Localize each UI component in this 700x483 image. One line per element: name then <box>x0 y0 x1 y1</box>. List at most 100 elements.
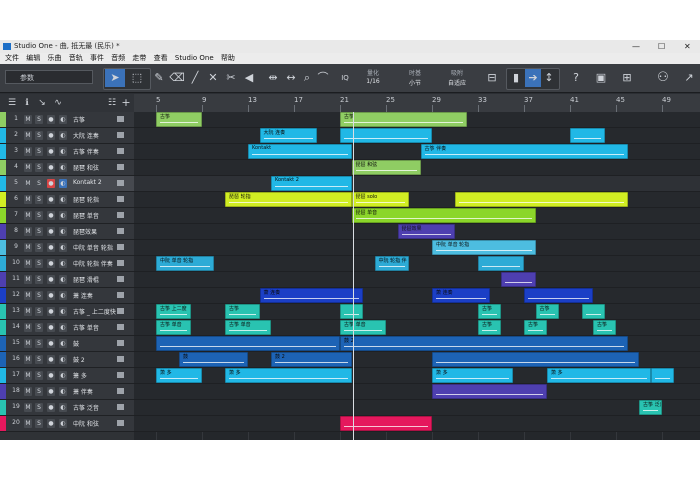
instrument-icon[interactable] <box>117 324 124 330</box>
clip-event[interactable]: 琵琶 轮指 <box>225 192 352 207</box>
instrument-icon[interactable] <box>117 212 124 218</box>
solo-button[interactable]: S <box>35 243 43 252</box>
record-button[interactable]: ● <box>47 307 55 316</box>
instrument-icon[interactable] <box>117 228 124 234</box>
solo-button[interactable]: S <box>35 131 43 140</box>
record-button[interactable]: ● <box>47 259 55 268</box>
quantize-button[interactable]: IQ <box>338 69 352 87</box>
quantize-select[interactable]: 1/16 <box>358 78 388 85</box>
record-button[interactable]: ● <box>47 211 55 220</box>
record-button[interactable]: ● <box>47 339 55 348</box>
track-lane[interactable] <box>134 400 700 416</box>
instrument-icon[interactable] <box>117 372 124 378</box>
mute-button[interactable]: M <box>24 227 32 236</box>
automation-icon[interactable]: ↘ <box>36 96 48 110</box>
clip-event[interactable]: Kontakt 2 <box>271 176 352 191</box>
arrangement-view[interactable]: 古筝 古筝 大阮 连奏 Kontakt 古筝 伴奏 琵琶 和弦 Kontakt 2 琵琶 轮指… <box>134 112 700 440</box>
record-button[interactable]: ● <box>47 371 55 380</box>
clip-event[interactable]: 箫 多 <box>432 368 513 383</box>
mute-button[interactable]: M <box>24 243 32 252</box>
clip-event[interactable] <box>432 352 639 367</box>
clip-event[interactable]: 古筝 单音 <box>225 320 271 335</box>
clip-event[interactable] <box>478 256 524 271</box>
clip-event[interactable]: 箫 多 <box>225 368 352 383</box>
track-name[interactable]: 中阮 轮指 伴奏 <box>73 259 113 268</box>
monitor-button[interactable]: ◐ <box>59 115 67 124</box>
instrument-icon[interactable] <box>117 148 124 154</box>
solo-button[interactable]: S <box>35 371 43 380</box>
mute-button[interactable]: M <box>24 131 32 140</box>
monitor-button[interactable]: ◐ <box>59 403 67 412</box>
instrument-icon[interactable] <box>117 292 124 298</box>
record-button[interactable]: ● <box>47 419 55 428</box>
track-header[interactable]: 17 M S ● ◐ 箫 多 <box>0 368 134 384</box>
track-header[interactable]: 6 M S ● ◐ 琵琶 轮指 <box>0 192 134 208</box>
clip-event[interactable]: 鼓 <box>179 352 248 367</box>
monitor-button[interactable]: ◐ <box>59 339 67 348</box>
record-button[interactable]: ● <box>47 179 55 188</box>
instrument-icon[interactable] <box>117 340 124 346</box>
instrument-icon[interactable] <box>117 308 124 314</box>
track-lane[interactable] <box>134 384 700 400</box>
track-header[interactable]: 19 M S ● ◐ 古筝 泛音 <box>0 400 134 416</box>
track-header[interactable]: 11 M S ● ◐ 琵琶 滑棍 <box>0 272 134 288</box>
track-options-icon[interactable]: ☷ <box>106 96 118 110</box>
track-header[interactable]: 7 M S ● ◐ 琵琶 单音 <box>0 208 134 224</box>
solo-button[interactable]: S <box>35 403 43 412</box>
track-name[interactable]: 古筝 伴奏 <box>73 147 99 156</box>
record-button[interactable]: ● <box>47 275 55 284</box>
mute-button[interactable]: M <box>24 355 32 364</box>
menu-audio[interactable]: 音频 <box>111 54 125 62</box>
clip-event[interactable] <box>156 336 340 351</box>
monitor-button[interactable]: ◐ <box>59 195 67 204</box>
track-header[interactable]: 2 M S ● ◐ 大阮 连奏 <box>0 128 134 144</box>
menu-song[interactable]: 乐曲 <box>47 54 61 62</box>
mute-button[interactable]: M <box>24 179 32 188</box>
instrument-icon[interactable] <box>117 276 124 282</box>
clip-event[interactable]: 古筝 <box>225 304 260 319</box>
instrument-icon[interactable] <box>117 404 124 410</box>
monitor-button[interactable]: ◐ <box>59 323 67 332</box>
record-button[interactable]: ● <box>47 291 55 300</box>
track-lane[interactable] <box>134 256 700 272</box>
record-button[interactable]: ● <box>47 323 55 332</box>
clip-event[interactable]: 古筝 <box>524 320 547 335</box>
eraser-tool-icon[interactable]: ⌫ <box>169 69 185 87</box>
mute-button[interactable]: M <box>24 387 32 396</box>
menu-transport[interactable]: 走带 <box>132 54 146 62</box>
range-tool-icon[interactable]: ⬚ <box>127 69 147 87</box>
monitor-button[interactable]: ◐ <box>59 259 67 268</box>
track-header[interactable]: 15 M S ● ◐ 鼓 <box>0 336 134 352</box>
track-header[interactable]: 4 M S ● ◐ 琵琶 和弦 <box>0 160 134 176</box>
solo-button[interactable]: S <box>35 227 43 236</box>
clip-event[interactable]: 古筝 <box>156 112 202 127</box>
record-button[interactable]: ● <box>47 131 55 140</box>
track-header[interactable]: 10 M S ● ◐ 中阮 轮指 伴奏 <box>0 256 134 272</box>
clip-event[interactable]: 琵琶 solo <box>351 192 409 207</box>
mute-button[interactable]: M <box>24 339 32 348</box>
clip-event[interactable] <box>432 384 547 399</box>
snap-select[interactable]: 自适应 <box>440 78 474 87</box>
add-track-icon[interactable]: + <box>120 96 132 110</box>
clip-event[interactable]: 萧 连奏 <box>432 288 490 303</box>
track-name[interactable]: 琵琶 滑棍 <box>73 275 99 284</box>
track-name[interactable]: 琵琶 单音 <box>73 211 99 220</box>
pencil-tool-icon[interactable]: ✎ <box>151 69 167 87</box>
clip-event[interactable]: 古筝 单音 <box>340 320 386 335</box>
minimize-button[interactable]: — <box>632 40 640 53</box>
instrument-icon[interactable] <box>117 180 124 186</box>
instrument-icon[interactable] <box>117 388 124 394</box>
clip-event[interactable]: 古筝 <box>340 112 467 127</box>
track-header[interactable]: 16 M S ● ◐ 鼓 2 <box>0 352 134 368</box>
solo-button[interactable]: S <box>35 323 43 332</box>
parameter-dropdown[interactable]: 参数 <box>5 70 93 84</box>
clip-event[interactable]: 古筝 <box>535 304 559 319</box>
monitor-button[interactable]: ◐ <box>59 291 67 300</box>
maximize-button[interactable]: ☐ <box>658 40 665 53</box>
clip-event[interactable]: 中阮 轮指 伴 <box>374 256 409 271</box>
menu-help[interactable]: 帮助 <box>221 54 235 62</box>
track-name[interactable]: 古筝 单音 <box>73 323 99 332</box>
solo-button[interactable]: S <box>35 275 43 284</box>
clip-event[interactable] <box>340 304 363 319</box>
close-button[interactable]: ✕ <box>684 40 691 53</box>
